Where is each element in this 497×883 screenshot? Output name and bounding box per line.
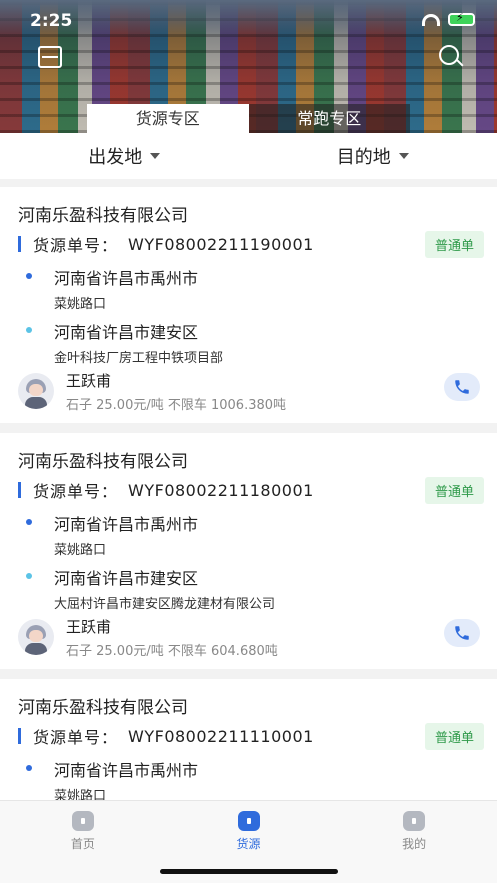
shipper-name: 王跃甫	[66, 618, 112, 636]
order-type-badge: 普通单	[424, 231, 484, 258]
order-accent-bar	[18, 482, 21, 498]
home-icon	[71, 811, 94, 831]
order-label: 货源单号：	[33, 236, 119, 255]
shipper-row: 王跃甫 石子 25.00元/吨 不限车 1006.380吨	[18, 370, 480, 413]
tab-cargo-zone[interactable]: 货源专区	[87, 104, 249, 133]
zone-tabs: 货源专区 常跑专区	[87, 104, 410, 133]
cargo-icon	[237, 811, 260, 831]
cargo-card[interactable]: 河南乐盈科技有限公司 货源单号： WYF08002211190001 普通单 河…	[0, 187, 497, 423]
cargo-info: 石子 25.00元/吨 不限车 604.680吨	[66, 644, 278, 659]
home-indicator	[160, 869, 338, 874]
destination-address: 金叶科技厂房工程中铁项目部	[54, 351, 224, 366]
tab-mine-label: 我的	[402, 837, 427, 851]
order-row: 货源单号： WYF08002211180001 普通单	[18, 477, 484, 504]
tab-home-label: 首页	[70, 837, 95, 851]
cargo-info: 石子 25.00元/吨 不限车 1006.380吨	[66, 398, 287, 413]
tab-cargo-label: 货源	[236, 837, 261, 851]
cargo-list: 河南乐盈科技有限公司 货源单号： WYF08002211190001 普通单 河…	[0, 187, 497, 883]
origin-city: 河南省许昌市禹州市	[54, 269, 199, 288]
destination-filter[interactable]: 目的地	[249, 133, 497, 179]
origin-address: 菜姚路口	[54, 297, 107, 312]
status-time: 2:25	[30, 11, 73, 31]
company-name: 河南乐盈科技有限公司	[18, 206, 188, 226]
order-number: WYF08002211180001	[128, 480, 314, 500]
avatar	[18, 619, 54, 655]
phone-icon	[455, 380, 469, 394]
avatar	[18, 373, 54, 409]
header-banner: 2:25 货源专区 常跑专区	[0, 0, 497, 133]
status-icons	[422, 11, 475, 26]
origin-filter-label: 出发地	[88, 147, 143, 168]
origin-filter[interactable]: 出发地	[0, 133, 249, 179]
destination-city: 河南省许昌市建安区	[54, 323, 199, 342]
origin-city: 河南省许昌市禹州市	[54, 761, 199, 780]
destination-filter-label: 目的地	[336, 147, 391, 168]
order-accent-bar	[18, 236, 21, 252]
order-row: 货源单号： WYF08002211110001 普通单	[18, 723, 484, 750]
scan-icon[interactable]	[38, 46, 62, 68]
origin-dot-icon	[26, 519, 32, 525]
order-row: 货源单号： WYF08002211190001 普通单	[18, 231, 484, 258]
company-name: 河南乐盈科技有限公司	[18, 452, 188, 472]
order-type-badge: 普通单	[424, 723, 484, 750]
order-type-badge: 普通单	[424, 477, 484, 504]
profile-icon	[403, 811, 426, 831]
search-icon[interactable]	[439, 45, 464, 69]
order-number: WYF08002211110001	[128, 726, 314, 746]
origin-dot-icon	[26, 765, 32, 771]
origin-city: 河南省许昌市禹州市	[54, 515, 199, 534]
call-button[interactable]	[444, 373, 480, 401]
order-accent-bar	[18, 728, 21, 744]
order-label: 货源单号：	[33, 482, 119, 501]
origin-address: 菜姚路口	[54, 543, 107, 558]
origin-dot-icon	[26, 273, 32, 279]
order-number: WYF08002211190001	[128, 234, 314, 254]
battery-icon	[448, 11, 475, 26]
order-label: 货源单号：	[33, 728, 119, 747]
chevron-down-icon	[398, 153, 409, 159]
tab-mine[interactable]: 我的	[331, 801, 497, 883]
destination-dot-icon	[26, 573, 32, 579]
shipper-row: 王跃甫 石子 25.00元/吨 不限车 604.680吨	[18, 616, 480, 659]
wifi-icon	[422, 13, 440, 26]
destination-dot-icon	[26, 327, 32, 333]
destination-city: 河南省许昌市建安区	[54, 569, 199, 588]
shipper-name: 王跃甫	[66, 372, 112, 390]
call-button[interactable]	[444, 619, 480, 647]
chevron-down-icon	[150, 153, 161, 159]
cargo-card[interactable]: 河南乐盈科技有限公司 货源单号： WYF08002211180001 普通单 河…	[0, 433, 497, 669]
tab-home[interactable]: 首页	[0, 801, 166, 883]
company-name: 河南乐盈科技有限公司	[18, 698, 188, 718]
filter-bar: 出发地 目的地	[0, 133, 497, 179]
tab-regular-route-zone[interactable]: 常跑专区	[248, 104, 410, 133]
phone-icon	[455, 626, 469, 640]
destination-address: 大屈村许昌市建安区腾龙建材有限公司	[54, 597, 276, 612]
